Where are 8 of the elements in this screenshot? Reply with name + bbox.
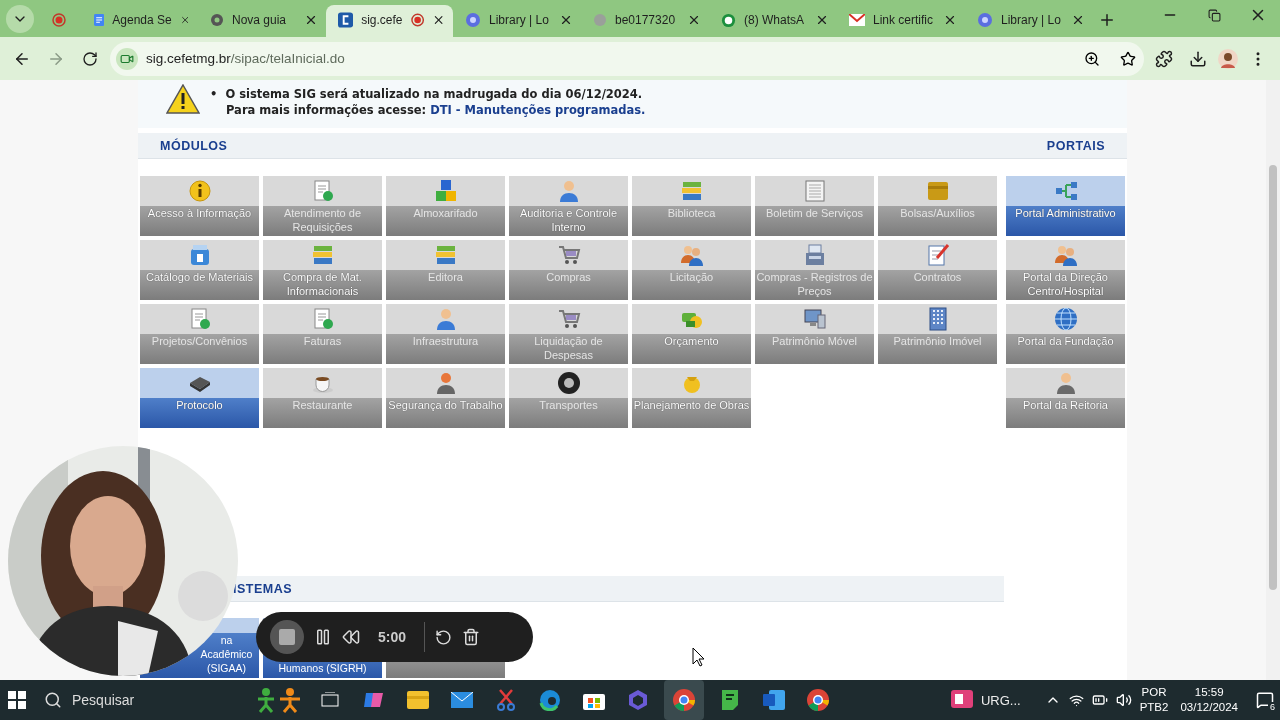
notice-text: O sistema SIG será atualizado na madrugada do dia 06/12/2024. [225, 87, 643, 101]
notification-count: 6 [1268, 702, 1277, 712]
notice-text: Para mais informações acesse: [226, 103, 427, 117]
section-heading: PORTAIS [1046, 138, 1105, 153]
section-heading: MÓDULOS [160, 138, 228, 153]
section-heading: ISTEMAS [233, 581, 293, 596]
bullet: • [210, 87, 218, 101]
timer-text: 5:00 [377, 629, 407, 645]
